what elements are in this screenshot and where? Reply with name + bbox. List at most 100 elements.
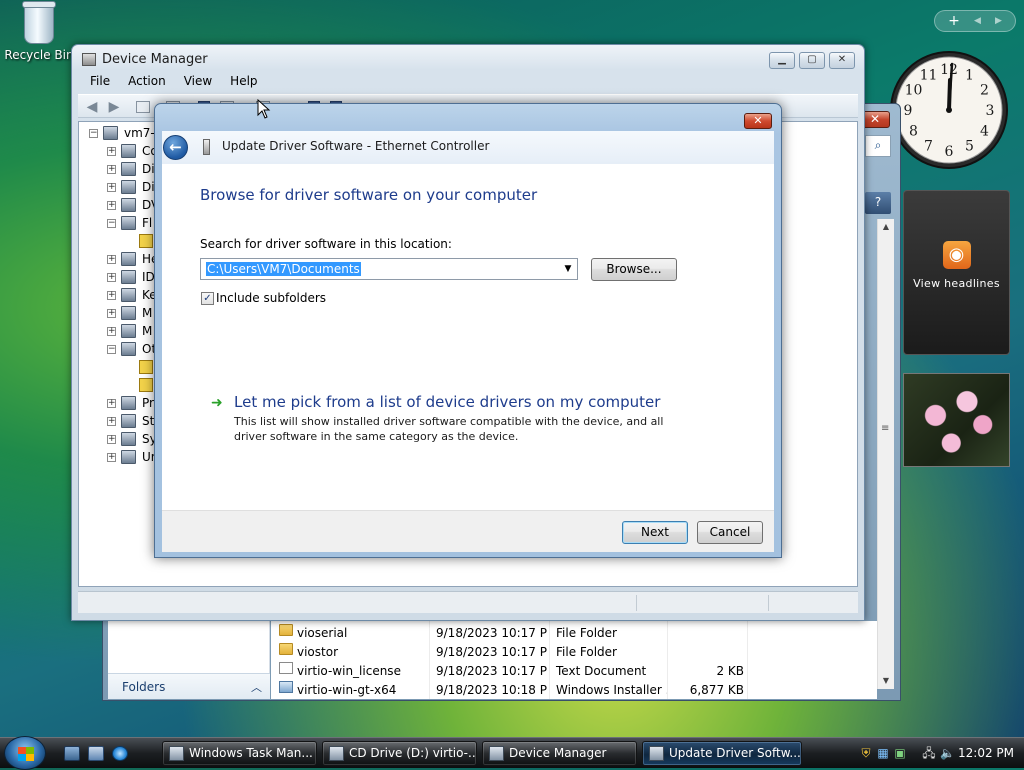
location-input[interactable]: C:\Users\VM7\Documents: [206, 262, 361, 276]
green-arrow-icon[interactable]: ➜: [211, 395, 223, 411]
include-subfolders-checkbox[interactable]: ✓: [201, 292, 214, 305]
location-combobox[interactable]: C:\Users\VM7\Documents ▼: [200, 258, 578, 280]
taskbar-button[interactable]: Update Driver Softw...: [642, 741, 802, 766]
clock-numeral: 4: [980, 124, 989, 140]
warning-device-icon: [139, 360, 153, 374]
expand-icon[interactable]: +: [107, 453, 116, 462]
security-shield-icon[interactable]: ⛨: [859, 746, 873, 760]
expand-icon[interactable]: +: [107, 327, 116, 336]
dialog-title: Update Driver Software - Ethernet Contro…: [222, 139, 490, 153]
next-button[interactable]: Next: [622, 521, 688, 544]
collapse-icon[interactable]: −: [107, 345, 116, 354]
explorer-scrollbar[interactable]: ▲ ≡ ▼: [877, 219, 894, 689]
file-name: viostor: [297, 645, 339, 659]
network-icon[interactable]: 🖧: [922, 746, 936, 760]
add-gadget-button[interactable]: +: [948, 13, 960, 29]
warning-device-icon: [139, 234, 153, 248]
clock-numeral: 11: [920, 68, 938, 84]
window-title: Device Manager: [102, 52, 208, 67]
windows-update-icon[interactable]: ▦: [876, 746, 890, 760]
system-tray: ⛨ ▦ ▣ 🖧 🔈 12:02 PM: [854, 741, 1022, 766]
file-row[interactable]: vioserial 9/18/2023 10:17 PM File Folder: [271, 624, 877, 643]
chevron-down-icon[interactable]: ▼: [562, 262, 574, 276]
menu-help[interactable]: Help: [218, 72, 263, 92]
pick-from-list-link[interactable]: Let me pick from a list of device driver…: [234, 393, 660, 411]
tree-item-label: M: [142, 324, 153, 338]
taskbar-button[interactable]: CD Drive (D:) virtio-...: [322, 741, 477, 766]
file-type: File Folder: [556, 626, 617, 640]
device-category-icon: [121, 324, 136, 338]
expand-icon[interactable]: +: [107, 183, 116, 192]
cancel-button[interactable]: Cancel: [697, 521, 763, 544]
folders-label: Folders: [122, 680, 166, 694]
menu-file[interactable]: File: [78, 72, 116, 92]
file-list: vioserial 9/18/2023 10:17 PM File Folder vi…: [271, 621, 877, 699]
feed-headlines-gadget[interactable]: ◉ View headlines: [903, 190, 1010, 355]
clock-numeral: 12: [940, 62, 958, 78]
sidebar-controls: + ◀ ▶: [934, 10, 1016, 32]
expand-icon[interactable]: +: [107, 165, 116, 174]
expand-icon[interactable]: +: [107, 399, 116, 408]
expand-icon[interactable]: +: [107, 291, 116, 300]
clock-numeral: 7: [924, 139, 933, 155]
taskbar-clock[interactable]: 12:02 PM: [958, 746, 1014, 760]
device-category-icon: [121, 396, 136, 410]
expand-icon[interactable]: +: [107, 417, 116, 426]
clock-numeral: 1: [965, 68, 974, 84]
file-name: virtio-win_license: [297, 664, 401, 678]
help-icon[interactable]: ?: [865, 192, 891, 214]
start-button[interactable]: [4, 736, 46, 770]
expand-icon[interactable]: +: [107, 255, 116, 264]
app-icon: [329, 746, 344, 761]
mouse-pointer-icon: [257, 99, 271, 119]
previous-page-button[interactable]: ◀: [974, 16, 981, 26]
back-arrow-icon[interactable]: ←: [163, 135, 188, 160]
collapse-icon[interactable]: −: [89, 129, 98, 138]
browse-button[interactable]: Browse...: [591, 258, 677, 281]
forward-arrow-icon[interactable]: ▶: [106, 99, 122, 115]
recycle-bin-image: [22, 1, 56, 44]
taskbar-button-label: Device Manager: [509, 746, 607, 760]
slideshow-gadget[interactable]: [903, 373, 1010, 467]
folders-toggle[interactable]: Folders ︿: [108, 673, 270, 699]
clock-numeral: 2: [980, 83, 989, 99]
device-category-icon: [121, 216, 136, 230]
include-subfolders-label[interactable]: Include subfolders: [216, 291, 326, 305]
expand-icon[interactable]: +: [107, 309, 116, 318]
minimize-button[interactable]: ▁: [769, 52, 795, 69]
scroll-down-arrow-icon[interactable]: ▼: [878, 673, 894, 689]
collapse-icon[interactable]: −: [107, 219, 116, 228]
expand-icon[interactable]: +: [107, 147, 116, 156]
safely-remove-icon[interactable]: ▣: [893, 746, 907, 760]
menu-action[interactable]: Action: [116, 72, 172, 92]
taskbar-button[interactable]: Windows Task Man...: [162, 741, 317, 766]
next-page-button[interactable]: ▶: [995, 16, 1002, 26]
file-row[interactable]: virtio-win-gt-x64 9/18/2023 10:18 PM Windo…: [271, 681, 877, 700]
clock-numeral: 9: [904, 103, 913, 119]
show-hide-tree-icon[interactable]: [136, 101, 150, 113]
close-button[interactable]: ✕: [829, 52, 855, 69]
switch-windows-icon[interactable]: [88, 746, 104, 761]
search-icon[interactable]: ⌕: [865, 135, 891, 157]
device-category-icon: [121, 414, 136, 428]
file-row[interactable]: virtio-win_license 9/18/2023 10:17 PM Text…: [271, 662, 877, 681]
device-category-icon: [121, 306, 136, 320]
expand-icon[interactable]: +: [107, 273, 116, 282]
back-arrow-icon[interactable]: ◀: [84, 99, 100, 115]
dialog-close-button[interactable]: ✕: [744, 113, 772, 129]
menu-view[interactable]: View: [172, 72, 218, 92]
file-row[interactable]: viostor 9/18/2023 10:17 PM File Folder: [271, 643, 877, 662]
internet-explorer-icon[interactable]: [112, 746, 128, 761]
scroll-thumb-grip[interactable]: ≡: [881, 424, 891, 434]
expand-icon[interactable]: +: [107, 435, 116, 444]
clock-gadget[interactable]: 12 12 3 45678 9 1011: [888, 47, 1010, 173]
expand-icon[interactable]: +: [107, 201, 116, 210]
maximize-button[interactable]: ▢: [799, 52, 825, 69]
recycle-bin-icon[interactable]: Recycle Bin: [4, 1, 74, 62]
volume-icon[interactable]: 🔈: [940, 746, 955, 760]
file-size: 2 KB: [716, 664, 744, 678]
show-desktop-icon[interactable]: [64, 746, 80, 761]
scroll-up-arrow-icon[interactable]: ▲: [878, 219, 894, 235]
taskbar-button[interactable]: Device Manager: [482, 741, 637, 766]
device-manager-icon: [82, 53, 96, 66]
